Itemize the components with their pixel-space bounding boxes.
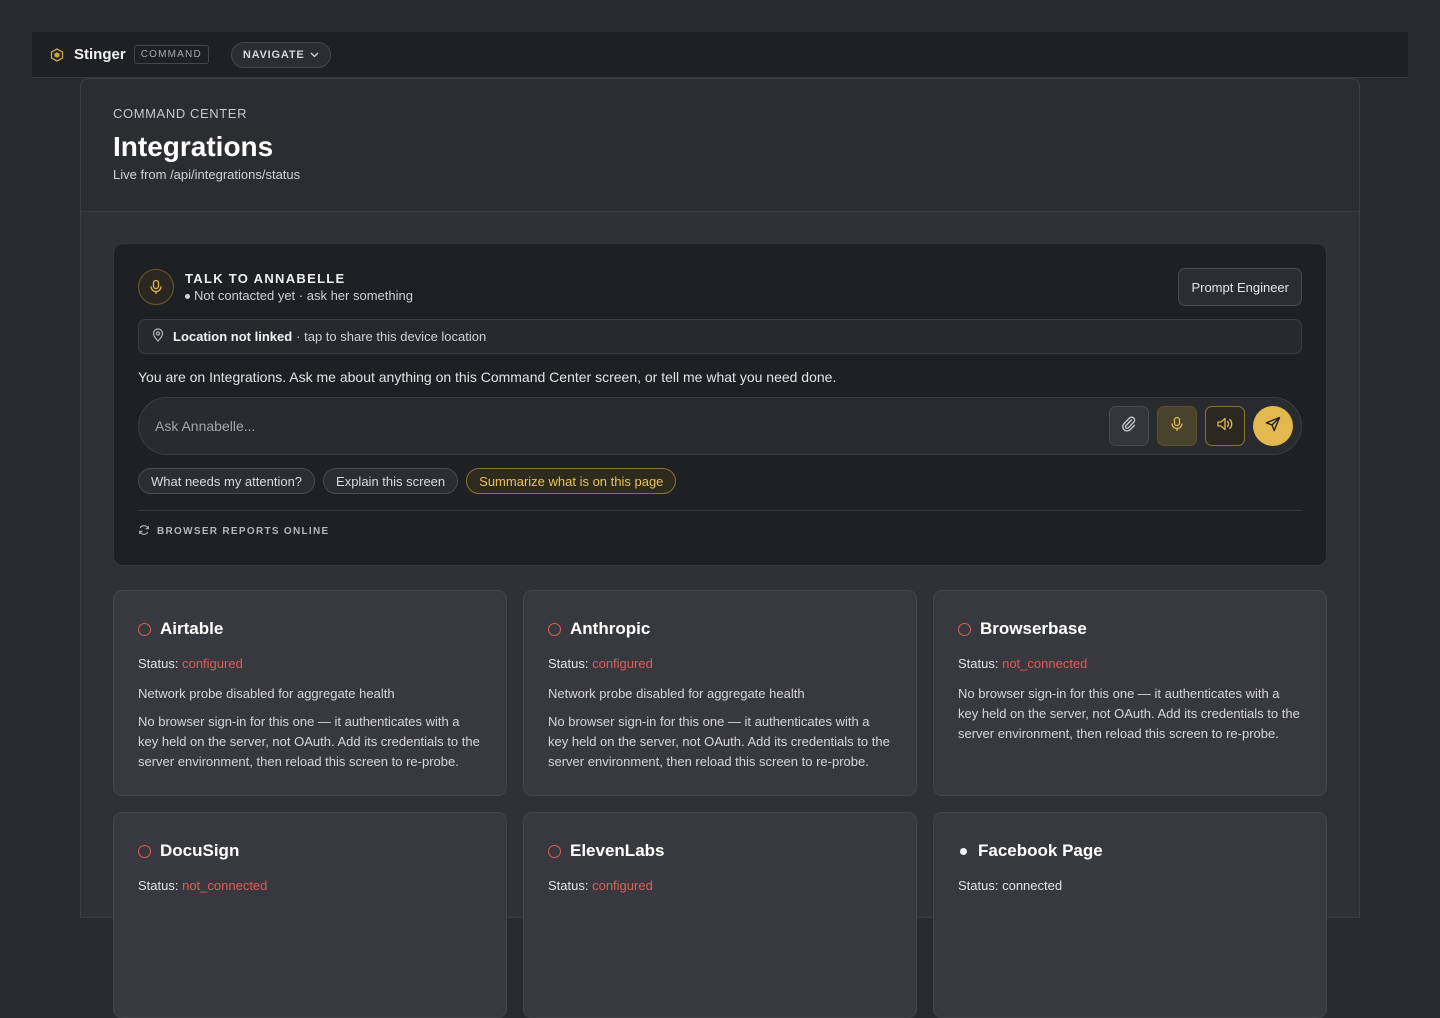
integration-name: DocuSign bbox=[160, 841, 240, 860]
browser-status: BROWSER REPORTS ONLINE bbox=[138, 524, 1302, 539]
status-dot-icon bbox=[185, 294, 190, 300]
ask-input[interactable] bbox=[155, 418, 1101, 434]
paperclip-icon bbox=[1121, 416, 1137, 437]
send-button[interactable] bbox=[1253, 406, 1293, 446]
browser-status-label: BROWSER REPORTS ONLINE bbox=[157, 526, 330, 537]
status-value: configured bbox=[592, 878, 653, 893]
prompt-engineer-button[interactable]: Prompt Engineer bbox=[1178, 268, 1302, 306]
integration-status: Status: connected bbox=[958, 878, 1302, 893]
integration-status: Status: configured bbox=[548, 656, 892, 671]
page-title: Integrations bbox=[113, 131, 274, 162]
integration-name: ElevenLabs bbox=[570, 841, 665, 860]
integration-name: Anthropic bbox=[570, 619, 651, 638]
integration-card-docusign: DocuSign Status: not_connected bbox=[113, 812, 507, 1018]
integration-card-airtable: Airtable Status: configured Network prob… bbox=[113, 590, 507, 796]
integration-note: No browser sign-in for this one — it aut… bbox=[548, 714, 890, 769]
assistant-mic-icon bbox=[138, 269, 174, 305]
integration-card-anthropic: Anthropic Status: configured Network pro… bbox=[523, 590, 917, 796]
integration-probe-note: Network probe disabled for aggregate hea… bbox=[138, 686, 395, 701]
location-pin-icon bbox=[152, 328, 164, 345]
location-link-bar[interactable]: Location not linked · tap to share this … bbox=[138, 319, 1302, 354]
integration-card-facebook-page: Facebook Page Status: connected bbox=[933, 812, 1327, 1018]
status-label: Status: bbox=[548, 878, 589, 893]
assistant-header: TALK TO ANNABELLE Not contacted yet · as… bbox=[138, 268, 1302, 306]
integration-card-browserbase: Browserbase Status: not_connected No bro… bbox=[933, 590, 1327, 796]
chevron-down-icon bbox=[310, 49, 319, 61]
attach-button[interactable] bbox=[1109, 406, 1149, 446]
location-status: Location not linked bbox=[173, 329, 293, 344]
ask-bar bbox=[138, 397, 1302, 455]
page-header: COMMAND CENTER Integrations Live from /a… bbox=[81, 79, 1359, 212]
integration-name: Airtable bbox=[160, 619, 224, 638]
microphone-icon bbox=[1169, 416, 1185, 437]
status-value: configured bbox=[182, 656, 243, 671]
status-dot-icon bbox=[960, 847, 967, 855]
assistant-status-text: Not contacted yet · ask her something bbox=[194, 288, 413, 303]
assistant-status: Not contacted yet · ask her something bbox=[185, 288, 413, 303]
send-icon bbox=[1265, 416, 1281, 437]
status-value: not_connected bbox=[1002, 656, 1088, 671]
integration-note: No browser sign-in for this one — it aut… bbox=[138, 714, 480, 769]
suggestion-chip[interactable]: Summarize what is on this page bbox=[466, 468, 677, 494]
integration-status: Status: configured bbox=[548, 878, 892, 893]
integration-card-elevenlabs: ElevenLabs Status: configured bbox=[523, 812, 917, 1018]
suggestion-chip[interactable]: Explain this screen bbox=[323, 468, 459, 494]
integration-name: Browserbase bbox=[980, 619, 1087, 638]
status-ring-icon bbox=[138, 844, 151, 858]
integration-probe-note: Network probe disabled for aggregate hea… bbox=[548, 686, 805, 701]
top-bar: Stinger COMMAND NAVIGATE bbox=[32, 32, 1408, 78]
status-ring-icon bbox=[548, 844, 561, 858]
main-panel: COMMAND CENTER Integrations Live from /a… bbox=[80, 78, 1360, 1018]
brand-badge: COMMAND bbox=[133, 45, 209, 64]
navigate-label: NAVIGATE bbox=[242, 48, 305, 61]
status-value: connected bbox=[1002, 878, 1063, 893]
suggestion-chips: What needs my attention? Explain this sc… bbox=[138, 468, 1302, 494]
page-eyebrow: COMMAND CENTER bbox=[113, 106, 248, 121]
status-ring-icon bbox=[958, 622, 971, 636]
integration-status: Status: not_connected bbox=[958, 656, 1302, 671]
integration-status: Status: not_connected bbox=[138, 878, 482, 893]
assistant-context-message: You are on Integrations. Ask me about an… bbox=[138, 369, 837, 385]
integration-grid: Airtable Status: configured Network prob… bbox=[113, 590, 1327, 1018]
integration-note: No browser sign-in for this one — it aut… bbox=[958, 686, 1300, 741]
status-label: Status: bbox=[548, 656, 589, 671]
status-ring-icon bbox=[138, 622, 151, 636]
speaker-icon bbox=[1216, 416, 1234, 437]
voice-input-button[interactable] bbox=[1157, 406, 1197, 446]
status-label: Status: bbox=[958, 656, 999, 671]
status-ring-icon bbox=[548, 622, 561, 636]
status-label: Status: bbox=[138, 878, 179, 893]
hexagon-logo-icon bbox=[50, 47, 64, 62]
suggestion-chip[interactable]: What needs my attention? bbox=[138, 468, 316, 494]
status-label: Status: bbox=[958, 878, 999, 893]
divider bbox=[138, 510, 1302, 511]
navigate-button[interactable]: NAVIGATE bbox=[230, 41, 332, 68]
refresh-icon bbox=[138, 524, 150, 539]
assistant-title: TALK TO ANNABELLE bbox=[185, 271, 346, 286]
brand-name[interactable]: Stinger bbox=[74, 46, 126, 63]
status-label: Status: bbox=[138, 656, 179, 671]
integration-status: Status: configured bbox=[138, 656, 482, 671]
location-hint: · tap to share this device location bbox=[296, 329, 487, 344]
integration-name: Facebook Page bbox=[978, 841, 1103, 860]
assistant-card: TALK TO ANNABELLE Not contacted yet · as… bbox=[113, 243, 1327, 566]
status-value: not_connected bbox=[182, 878, 268, 893]
speaker-toggle-button[interactable] bbox=[1205, 406, 1245, 446]
page-subtitle: Live from /api/integrations/status bbox=[113, 167, 301, 182]
status-value: configured bbox=[592, 656, 653, 671]
